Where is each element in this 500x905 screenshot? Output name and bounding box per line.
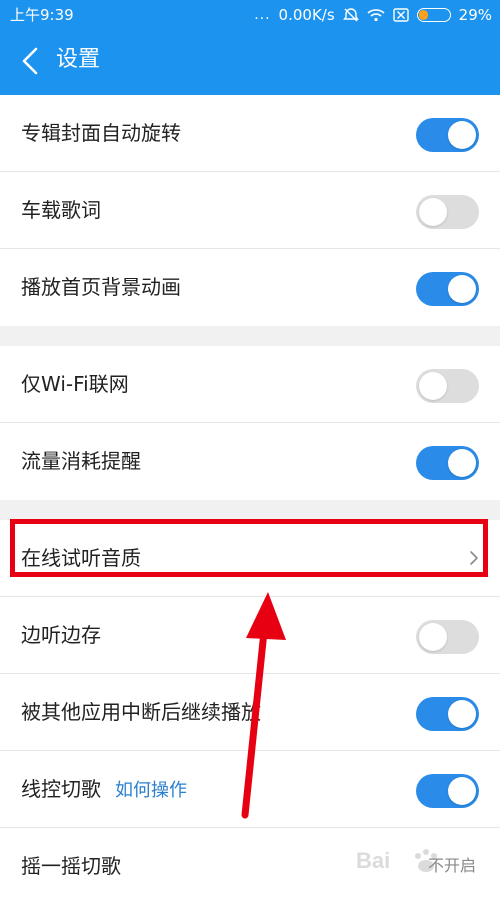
wire-control-toggle[interactable] <box>416 774 479 808</box>
top-bar: 上午9:39 ... 0.00K/s 29% 设置 <box>0 0 500 95</box>
cache-while-listening-toggle[interactable] <box>416 620 479 654</box>
page-title: 设置 <box>56 47 101 72</box>
resume-after-interrupt-toggle[interactable] <box>416 697 479 731</box>
annotation-arrow-icon <box>241 592 286 819</box>
setting-label: 播放首页背景动画 <box>21 275 181 299</box>
setting-wifi-only[interactable]: 仅Wi-Fi联网 <box>0 346 500 423</box>
toggle-knob <box>448 449 476 477</box>
album-cover-rotate-toggle[interactable] <box>416 118 479 152</box>
status-icons: ... 0.00K/s 29% <box>254 0 492 30</box>
battery-level <box>418 10 428 20</box>
setting-label: 边听边存 <box>21 623 101 647</box>
section-divider <box>0 326 500 346</box>
no-sim-icon <box>392 8 409 22</box>
back-arrow-icon[interactable] <box>18 45 46 77</box>
section-divider <box>0 500 500 520</box>
setting-car-lyrics[interactable]: 车载歌词 <box>0 172 500 249</box>
watermark-text: Bai <box>356 848 390 873</box>
header: 设置 <box>0 30 500 95</box>
watermark-logo: Bai <box>356 848 437 873</box>
wifi-icon <box>367 9 385 22</box>
toggle-knob <box>448 700 476 728</box>
home-bg-animation-toggle[interactable] <box>416 272 479 306</box>
setting-label: 摇一摇切歌 <box>21 854 121 878</box>
toggle-knob <box>448 777 476 805</box>
highlight-annotation-box <box>10 519 488 577</box>
toggle-knob <box>419 198 447 226</box>
wire-control-label: 线控切歌 <box>21 777 101 801</box>
setting-label: 专辑封面自动旋转 <box>21 121 181 145</box>
status-time: 上午9:39 <box>10 6 74 24</box>
more-notifications-icon: ... <box>254 7 271 23</box>
setting-label: 被其他应用中断后继续播放 <box>21 700 261 724</box>
setting-label: 流量消耗提醒 <box>21 449 141 473</box>
toggle-knob <box>448 275 476 303</box>
network-speed: 0.00K/s <box>278 6 335 24</box>
alarm-off-icon <box>342 8 359 22</box>
how-to-link[interactable]: 如何操作 <box>115 780 187 801</box>
setting-label: 仅Wi-Fi联网 <box>21 372 129 396</box>
status-bar: 上午9:39 ... 0.00K/s 29% <box>0 0 500 30</box>
wifi-only-toggle[interactable] <box>416 369 479 403</box>
setting-label: 线控切歌 如何操作 <box>21 751 187 829</box>
setting-data-usage-reminder[interactable]: 流量消耗提醒 <box>0 423 500 500</box>
battery-icon <box>416 8 451 22</box>
car-lyrics-toggle[interactable] <box>416 195 479 229</box>
setting-home-bg-animation[interactable]: 播放首页背景动画 <box>0 249 500 326</box>
toggle-knob <box>448 121 476 149</box>
battery-percent: 29% <box>458 6 492 24</box>
setting-label: 车载歌词 <box>21 198 101 222</box>
toggle-knob <box>419 623 447 651</box>
setting-album-cover-rotate[interactable]: 专辑封面自动旋转 <box>0 95 500 172</box>
data-usage-reminder-toggle[interactable] <box>416 446 479 480</box>
toggle-knob <box>419 372 447 400</box>
